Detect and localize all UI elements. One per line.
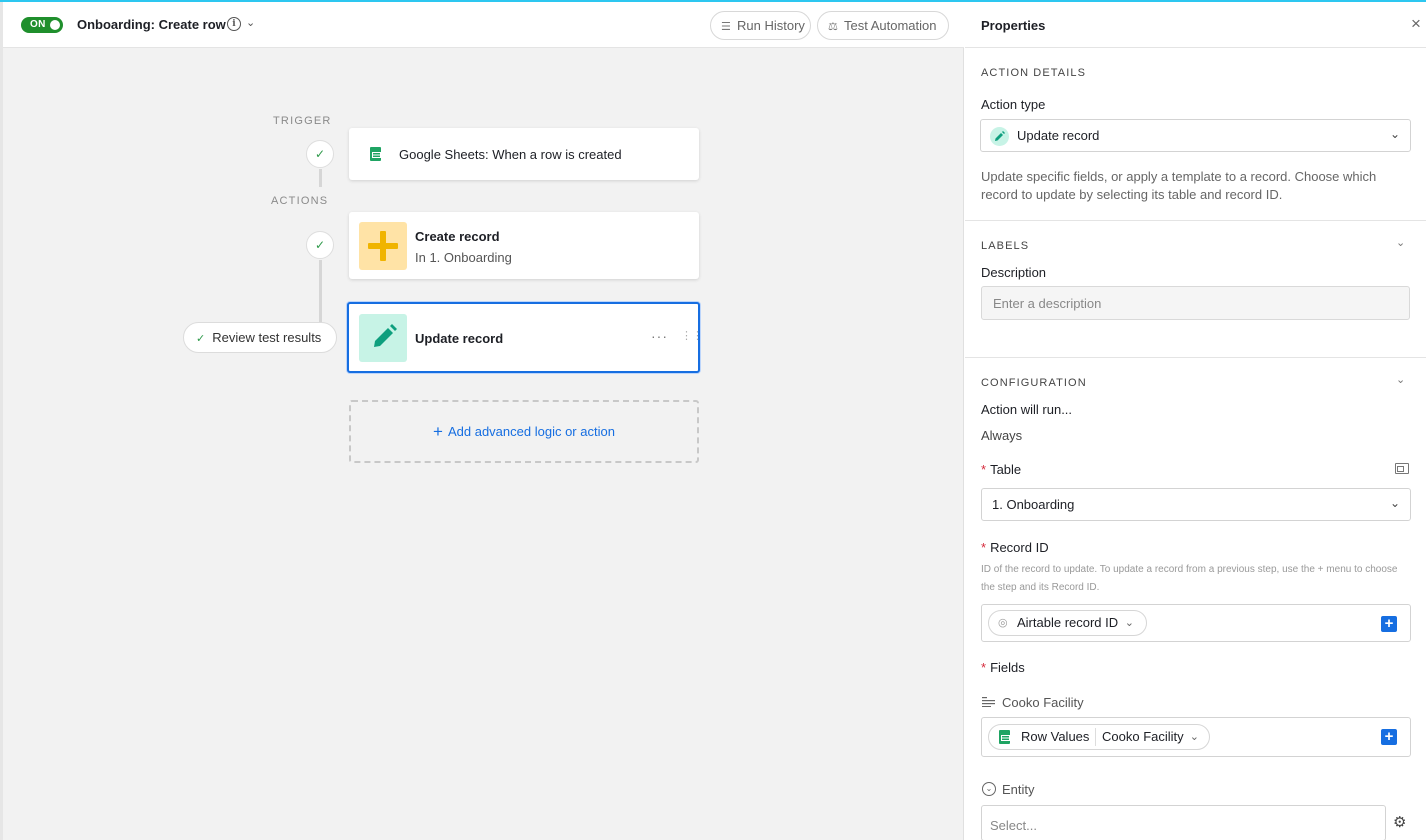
create-record-card[interactable]: Create record In 1. Onboarding	[349, 212, 699, 279]
fields-label: * Fields	[981, 660, 1025, 675]
cooko-facility-field[interactable]: Row Values Cooko Facility ⌄ +	[981, 717, 1411, 757]
action-run-value: Always	[981, 428, 1023, 443]
action-type-help: Update specific fields, or apply a templ…	[981, 169, 1377, 202]
pencil-icon	[359, 314, 407, 362]
review-label: Review test results	[212, 330, 322, 345]
trigger-check-icon: ✓	[306, 140, 334, 168]
review-test-results-button[interactable]: ✓ Review test results	[183, 322, 337, 353]
google-sheets-icon	[370, 147, 381, 161]
action-type-select[interactable]: Update record ⌄	[980, 119, 1411, 152]
connector-line	[319, 260, 322, 322]
run-history-button[interactable]: ☰ Run History	[710, 11, 811, 40]
plus-icon	[359, 222, 407, 270]
divider	[965, 220, 1426, 221]
action-type-label: Action type	[981, 97, 1046, 112]
add-action-button[interactable]: + Add advanced logic or action	[349, 400, 699, 463]
more-options-icon[interactable]: ···	[651, 328, 668, 344]
insert-token-plus-icon[interactable]: +	[1381, 616, 1397, 632]
test-automation-button[interactable]: ⚖ Test Automation	[817, 11, 949, 40]
action-type-value: Update record	[1017, 128, 1100, 143]
trigger-section-label: TRIGGER	[273, 115, 332, 127]
token-source-label: Row Values	[1021, 729, 1090, 744]
connector-line	[319, 169, 322, 187]
description-label: Description	[981, 265, 1047, 280]
chevron-down-icon: ⌄	[1189, 731, 1199, 743]
automation-title[interactable]: Onboarding: Create row	[77, 17, 226, 32]
action-check-icon: ✓	[306, 231, 334, 259]
required-asterisk: *	[981, 660, 987, 675]
divider	[965, 357, 1426, 358]
token-divider	[1095, 728, 1096, 746]
description-input[interactable]: Enter a description	[981, 286, 1410, 320]
record-id-label-text: Record ID	[990, 540, 1049, 555]
automation-canvas: ON Onboarding: Create row i ⌄ ☰ Run Histo…	[0, 2, 964, 840]
required-asterisk: *	[981, 540, 987, 555]
update-card-title: Update record	[415, 331, 504, 346]
insert-token-plus-icon[interactable]: +	[1381, 729, 1397, 745]
pencil-icon	[990, 127, 1009, 146]
airtable-record-id-token[interactable]: ◎ Airtable record ID ⌄	[988, 610, 1147, 636]
field-name-cooko-facility: Cooko Facility	[1002, 695, 1084, 710]
record-id-token-label: Airtable record ID	[1017, 615, 1119, 630]
chevron-down-icon: ⌄	[1389, 496, 1400, 510]
configuration-section-label: CONFIGURATION	[981, 377, 1087, 389]
plus-icon: +	[433, 422, 443, 441]
panel-header: Properties ×	[965, 2, 1426, 48]
row-values-token[interactable]: Row Values Cooko Facility ⌄	[988, 724, 1210, 750]
long-text-icon	[982, 697, 995, 707]
create-card-title: Create record	[415, 229, 500, 244]
table-select[interactable]: 1. Onboarding ⌄	[981, 488, 1411, 521]
field-name-entity: Entity	[1002, 782, 1035, 797]
automation-on-toggle[interactable]: ON	[21, 17, 63, 33]
google-sheets-icon	[999, 730, 1010, 744]
table-label: * Table	[981, 462, 1021, 477]
toggle-knob	[50, 20, 60, 30]
run-history-label: Run History	[737, 18, 805, 33]
flask-icon: ⚖	[828, 21, 838, 33]
properties-panel: Properties × ACTION DETAILS Action type …	[965, 2, 1426, 840]
panel-title: Properties	[981, 18, 1046, 33]
token-value-label: Cooko Facility	[1102, 729, 1184, 744]
create-card-subtitle: In 1. Onboarding	[415, 250, 512, 265]
fields-label-text: Fields	[990, 660, 1025, 675]
chevron-down-icon: ⌄	[1389, 127, 1400, 141]
labels-section-label: LABELS	[981, 240, 1030, 252]
chevron-down-icon: ⌄	[1124, 617, 1134, 629]
table-value: 1. Onboarding	[992, 497, 1075, 512]
check-icon: ✓	[196, 333, 206, 345]
record-id-help: ID of the record to update. To update a …	[981, 564, 1398, 593]
fingerprint-icon: ◎	[998, 617, 1008, 629]
close-icon[interactable]: ×	[1411, 14, 1421, 34]
entity-select[interactable]: Select...	[981, 805, 1386, 840]
single-select-icon: ⌄	[982, 782, 996, 796]
add-action-label: Add advanced logic or action	[447, 424, 615, 439]
actions-section-label: ACTIONS	[271, 195, 329, 207]
chevron-down-icon[interactable]: ⌄	[1396, 236, 1405, 249]
action-run-label: Action will run...	[981, 402, 1073, 417]
expand-icon[interactable]	[1395, 463, 1409, 474]
test-automation-label: Test Automation	[844, 18, 937, 33]
drag-handle-icon[interactable]: ⋮⋮	[681, 331, 703, 342]
toggle-label: ON	[30, 19, 46, 30]
required-asterisk: *	[981, 462, 987, 477]
table-label-text: Table	[990, 462, 1022, 477]
gear-icon[interactable]: ⚙	[1393, 813, 1406, 831]
record-id-label: * Record ID	[981, 540, 1049, 555]
record-id-field[interactable]: ◎ Airtable record ID ⌄ +	[981, 604, 1411, 642]
chevron-down-icon[interactable]: ⌄	[1396, 373, 1405, 386]
action-details-section-label: ACTION DETAILS	[981, 67, 1087, 79]
update-record-card[interactable]: Update record ··· ⋮⋮	[347, 302, 703, 373]
list-check-icon: ☰	[721, 21, 731, 33]
chevron-down-icon[interactable]: ⌄	[246, 16, 255, 29]
automation-toolbar: ON Onboarding: Create row i ⌄ ☰ Run Histo…	[3, 2, 964, 48]
trigger-card-title: Google Sheets: When a row is created	[399, 147, 622, 162]
trigger-card[interactable]: Google Sheets: When a row is created	[349, 128, 699, 180]
info-icon[interactable]: i	[227, 17, 241, 31]
